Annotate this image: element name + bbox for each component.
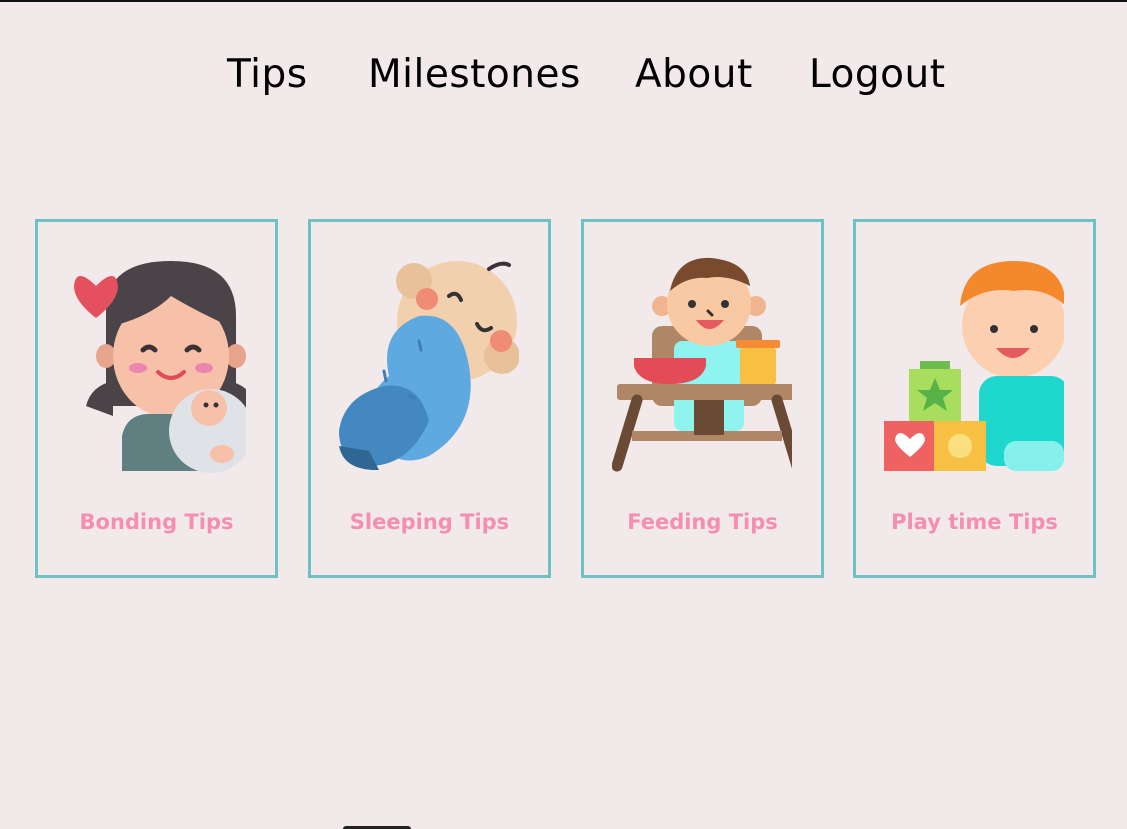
child-with-blocks-icon (884, 261, 1064, 471)
card-label: Bonding Tips (79, 510, 234, 534)
sleeping-tips-card[interactable]: Sleeping Tips (308, 219, 551, 578)
play-time-tips-card[interactable]: Play time Tips (853, 219, 1096, 578)
nav-tips-link[interactable]: Tips (227, 50, 308, 100)
feeding-tips-card[interactable]: Feeding Tips (581, 219, 824, 578)
card-label: Play time Tips (891, 510, 1058, 534)
main-nav: Tips Milestones About Logout (0, 50, 1127, 100)
nav-about-link[interactable]: About (635, 50, 753, 100)
nav-logout-link[interactable]: Logout (809, 50, 946, 100)
card-label: Feeding Tips (627, 510, 778, 534)
window-top-border (0, 0, 1127, 2)
mother-holding-baby-icon (74, 261, 246, 473)
nav-milestones-link[interactable]: Milestones (368, 50, 581, 100)
bonding-tips-card[interactable]: Bonding Tips (35, 219, 278, 578)
swaddled-sleeping-baby-icon (339, 261, 519, 471)
card-label: Sleeping Tips (349, 510, 510, 534)
baby-high-chair-icon (612, 257, 792, 472)
